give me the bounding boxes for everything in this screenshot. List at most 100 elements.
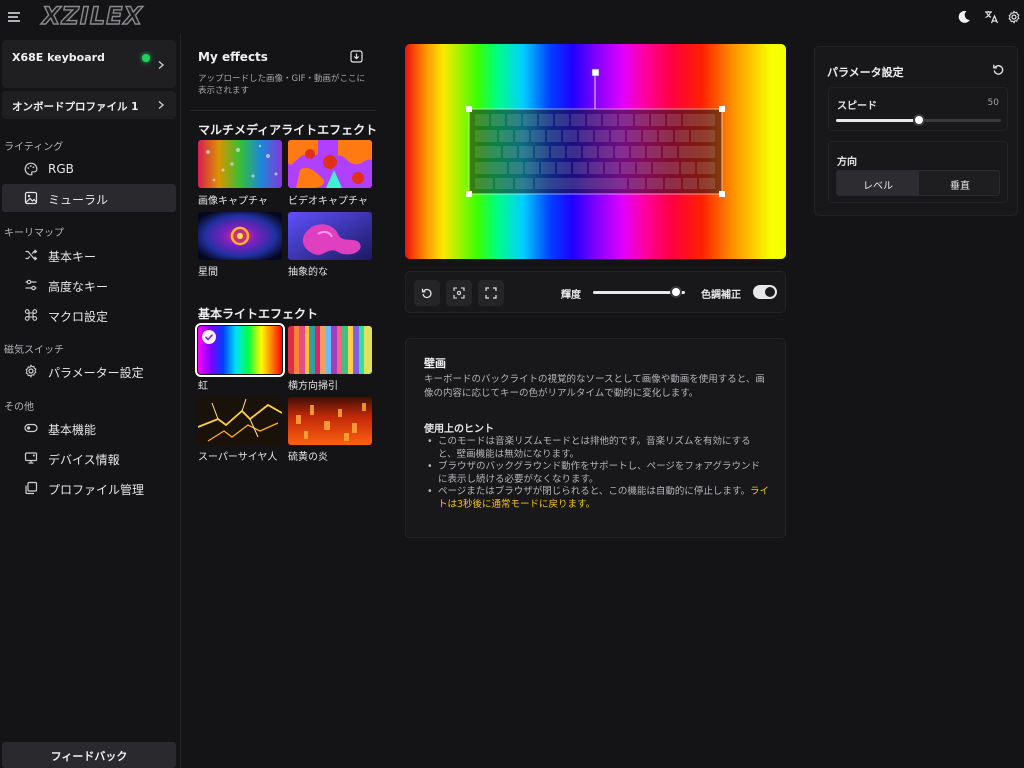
sidebar-item-basic-keys[interactable]: 基本キー [2,241,176,269]
fullscreen-button[interactable] [478,280,504,306]
params-title: パラメータ設定 [827,66,904,79]
direction-control: 方向 レベル 垂直 [828,141,1008,203]
sidebar-item-profile-management[interactable]: プロファイル管理 [2,474,176,502]
fullscreen-icon [485,287,497,299]
rotate-button[interactable] [414,280,440,306]
multimedia-effects-title: マルチメディアライトエフェクト [198,123,378,137]
direction-option-label: レベル [863,181,893,192]
mural-preview-canvas[interactable] [405,44,786,259]
effect-sulfur-flame[interactable] [288,397,372,445]
mode-title: 壁画 [424,357,446,370]
resize-handle [719,191,725,197]
hints-title: 使用上のヒント [424,424,494,435]
sidebar-item-label: プロファイル管理 [48,483,145,497]
monitor-icon [24,452,38,464]
feedback-label: フィードバック [50,750,128,763]
profile-selector[interactable]: オンボードプロファイル 1 [2,91,176,119]
app-logo: XZILEX [41,1,144,30]
profile-label: オンボードプロファイル 1 [12,101,139,113]
sidebar-item-label: RGB [48,162,74,176]
chevron-right-icon [158,60,165,70]
download-icon[interactable] [350,50,363,63]
rotate-icon [421,288,432,299]
resize-handle [466,106,472,112]
image-icon [24,191,38,205]
reset-icon[interactable] [992,63,1005,76]
toggle-knob [765,287,775,297]
direction-label: 方向 [837,157,857,168]
effect-label: ビデオキャプチャ [288,196,368,207]
sidebar-item-parameter-settings[interactable]: パラメーター設定 [2,357,176,385]
effect-super-saiyan[interactable] [198,397,282,445]
divider [190,110,376,111]
section-keyremap: キーリマップ [4,228,64,239]
effect-image-capture[interactable] [198,140,282,188]
feedback-button[interactable]: フィードバック [2,742,176,768]
toggle-icon [24,423,38,433]
effect-video-capture[interactable] [288,140,372,188]
direction-option-vertical[interactable]: 垂直 [919,171,1001,195]
sidebar-item-basic-functions[interactable]: 基本機能 [2,414,176,442]
basic-effects-title: 基本ライトエフェクト [198,307,319,321]
translate-icon[interactable] [983,9,999,25]
hint-item: ブラウザのバックグラウンド動作をサポートし、ページをフォアグラウンドに表示し続け… [424,461,769,486]
direction-option-label: 垂直 [950,181,970,192]
sidebar-item-device-info[interactable]: デバイス情報 [2,444,176,472]
gear-icon [25,364,37,378]
effect-label: 虹 [198,381,208,392]
sidebar-item-label: ミューラル [48,193,109,207]
gear-icon[interactable] [1007,10,1021,24]
direction-option-level[interactable]: レベル [837,171,919,195]
effect-label: 硫黄の炎 [288,452,328,463]
sidebar-item-rgb[interactable]: RGB [2,155,176,183]
rotate-handle [591,68,600,77]
sidebar-item-mural[interactable]: ミューラル [2,184,176,212]
effect-label: 抽象的な [288,267,328,278]
effect-label: 横方向掃引 [288,381,338,392]
speed-slider-knob[interactable] [912,114,925,126]
section-other: その他 [4,402,34,413]
sidebar-item-label: マクロ設定 [48,310,109,324]
section-lighting: ライティング [4,142,64,153]
top-bar: XZILEX [0,0,1024,34]
sidebar-item-label: 高度なキー [48,280,109,294]
hints-list: このモードは音楽リズムモードとは排他的です。音楽リズムを有効にすると、壁画機能は… [424,436,769,511]
speed-control: スピード 50 [828,87,1008,131]
brightness-slider-knob[interactable] [669,286,682,298]
menu-icon[interactable] [6,8,24,26]
effect-label: スーパーサイヤ人 [198,452,278,463]
resize-handle [466,191,472,197]
copy-icon [25,481,38,495]
mode-description: キーボードのバックライトの視覚的なソースとして画像や動画を使用すると、画像の内容… [424,374,765,399]
upload-hint: アップロードした画像・GIF・動画がここに表示されます [198,74,365,96]
device-card[interactable]: X68E keyboard オンボードプロファイル 1 [2,40,176,88]
effect-horizontal-sweep[interactable] [288,326,372,374]
hint-item: ページまたはブラウザが閉じられると、この機能は自動的に停止します。ライトは3秒後… [424,486,769,511]
sidebar-item-macro[interactable]: マクロ設定 [2,301,176,329]
sidebar-item-label: デバイス情報 [48,453,120,467]
sidebar-item-label: パラメーター設定 [48,366,144,380]
effect-interstellar[interactable] [198,212,282,260]
device-name: X68E keyboard [12,51,105,64]
hint-text: ページまたはブラウザが閉じられると、この機能は自動的に停止します。 [438,486,750,497]
chevron-right-icon [158,100,165,110]
palette-icon [24,162,38,176]
focus-center-icon [453,287,465,299]
color-correction-label: 色調補正 [701,290,741,301]
mode-info-panel: 壁画 キーボードのバックライトの視覚的なソースとして画像や動画を使用すると、画像… [405,338,786,538]
effects-panel: My effects アップロードした画像・GIF・動画がここに表示されます マ… [182,34,380,768]
resize-handle [719,106,725,112]
sidebar-item-advanced-keys[interactable]: 高度なキー [2,271,176,299]
effect-rainbow[interactable] [195,323,285,377]
parameter-panel: パラメータ設定 スピード 50 方向 レベル 垂直 [814,46,1018,216]
color-correction-toggle[interactable] [753,285,777,299]
center-button[interactable] [446,280,472,306]
moon-icon[interactable] [956,9,972,25]
my-effects-title: My effects [198,50,268,64]
sidebar-item-label: 基本機能 [48,423,97,437]
speed-value: 50 [987,98,999,108]
effect-abstract[interactable] [288,212,372,260]
command-icon [24,309,38,321]
speed-label: スピード [837,101,877,112]
connection-status-dot [142,54,150,62]
